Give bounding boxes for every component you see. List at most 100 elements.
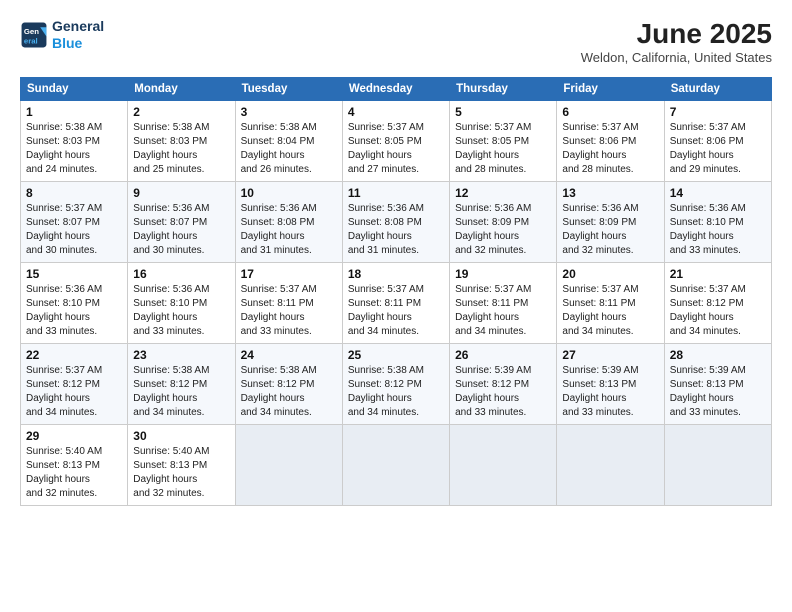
day-number: 23 — [133, 348, 229, 362]
calendar-cell: 22 Sunrise: 5:37 AM Sunset: 8:12 PM Dayl… — [21, 344, 128, 425]
day-info: Sunrise: 5:37 AM Sunset: 8:11 PM Dayligh… — [348, 283, 444, 339]
day-number: 16 — [133, 267, 229, 281]
day-number: 4 — [348, 105, 444, 119]
day-number: 13 — [562, 186, 658, 200]
day-number: 5 — [455, 105, 551, 119]
col-header-thursday: Thursday — [450, 78, 557, 101]
day-info: Sunrise: 5:36 AM Sunset: 8:08 PM Dayligh… — [348, 202, 444, 258]
day-info: Sunrise: 5:39 AM Sunset: 8:13 PM Dayligh… — [562, 364, 658, 420]
day-info: Sunrise: 5:36 AM Sunset: 8:07 PM Dayligh… — [133, 202, 229, 258]
day-info: Sunrise: 5:37 AM Sunset: 8:05 PM Dayligh… — [455, 121, 551, 177]
col-header-saturday: Saturday — [664, 78, 771, 101]
calendar-cell: 29 Sunrise: 5:40 AM Sunset: 8:13 PM Dayl… — [21, 425, 128, 506]
day-info: Sunrise: 5:39 AM Sunset: 8:13 PM Dayligh… — [670, 364, 766, 420]
calendar-cell — [450, 425, 557, 506]
calendar-cell — [342, 425, 449, 506]
calendar-cell: 23 Sunrise: 5:38 AM Sunset: 8:12 PM Dayl… — [128, 344, 235, 425]
calendar-cell — [557, 425, 664, 506]
day-number: 12 — [455, 186, 551, 200]
calendar-cell: 4 Sunrise: 5:37 AM Sunset: 8:05 PM Dayli… — [342, 101, 449, 182]
day-info: Sunrise: 5:39 AM Sunset: 8:12 PM Dayligh… — [455, 364, 551, 420]
calendar-cell: 30 Sunrise: 5:40 AM Sunset: 8:13 PM Dayl… — [128, 425, 235, 506]
day-info: Sunrise: 5:38 AM Sunset: 8:04 PM Dayligh… — [241, 121, 337, 177]
day-info: Sunrise: 5:38 AM Sunset: 8:03 PM Dayligh… — [26, 121, 122, 177]
day-number: 21 — [670, 267, 766, 281]
day-number: 6 — [562, 105, 658, 119]
day-number: 30 — [133, 429, 229, 443]
day-info: Sunrise: 5:36 AM Sunset: 8:10 PM Dayligh… — [133, 283, 229, 339]
day-info: Sunrise: 5:36 AM Sunset: 8:08 PM Dayligh… — [241, 202, 337, 258]
col-header-tuesday: Tuesday — [235, 78, 342, 101]
day-number: 1 — [26, 105, 122, 119]
day-number: 18 — [348, 267, 444, 281]
day-info: Sunrise: 5:40 AM Sunset: 8:13 PM Dayligh… — [26, 445, 122, 501]
calendar-cell: 10 Sunrise: 5:36 AM Sunset: 8:08 PM Dayl… — [235, 182, 342, 263]
calendar-cell: 27 Sunrise: 5:39 AM Sunset: 8:13 PM Dayl… — [557, 344, 664, 425]
day-number: 19 — [455, 267, 551, 281]
col-header-wednesday: Wednesday — [342, 78, 449, 101]
day-info: Sunrise: 5:37 AM Sunset: 8:11 PM Dayligh… — [241, 283, 337, 339]
day-number: 8 — [26, 186, 122, 200]
day-number: 17 — [241, 267, 337, 281]
day-info: Sunrise: 5:40 AM Sunset: 8:13 PM Dayligh… — [133, 445, 229, 501]
day-number: 27 — [562, 348, 658, 362]
day-number: 11 — [348, 186, 444, 200]
title-block: June 2025 Weldon, California, United Sta… — [581, 18, 772, 65]
logo: Gen eral General Blue — [20, 18, 104, 52]
day-number: 3 — [241, 105, 337, 119]
day-info: Sunrise: 5:37 AM Sunset: 8:12 PM Dayligh… — [670, 283, 766, 339]
calendar-cell: 9 Sunrise: 5:36 AM Sunset: 8:07 PM Dayli… — [128, 182, 235, 263]
day-info: Sunrise: 5:37 AM Sunset: 8:06 PM Dayligh… — [670, 121, 766, 177]
month-title: June 2025 — [581, 18, 772, 50]
day-info: Sunrise: 5:38 AM Sunset: 8:03 PM Dayligh… — [133, 121, 229, 177]
calendar-header-row: SundayMondayTuesdayWednesdayThursdayFrid… — [21, 78, 772, 101]
day-number: 14 — [670, 186, 766, 200]
header: Gen eral General Blue June 2025 Weldon, … — [20, 18, 772, 65]
day-number: 15 — [26, 267, 122, 281]
day-info: Sunrise: 5:38 AM Sunset: 8:12 PM Dayligh… — [133, 364, 229, 420]
day-info: Sunrise: 5:37 AM Sunset: 8:11 PM Dayligh… — [455, 283, 551, 339]
day-number: 9 — [133, 186, 229, 200]
calendar-cell: 17 Sunrise: 5:37 AM Sunset: 8:11 PM Dayl… — [235, 263, 342, 344]
day-number: 28 — [670, 348, 766, 362]
calendar-cell: 16 Sunrise: 5:36 AM Sunset: 8:10 PM Dayl… — [128, 263, 235, 344]
calendar-cell: 13 Sunrise: 5:36 AM Sunset: 8:09 PM Dayl… — [557, 182, 664, 263]
calendar-cell: 15 Sunrise: 5:36 AM Sunset: 8:10 PM Dayl… — [21, 263, 128, 344]
day-info: Sunrise: 5:37 AM Sunset: 8:07 PM Dayligh… — [26, 202, 122, 258]
day-info: Sunrise: 5:36 AM Sunset: 8:09 PM Dayligh… — [455, 202, 551, 258]
col-header-monday: Monday — [128, 78, 235, 101]
col-header-sunday: Sunday — [21, 78, 128, 101]
day-info: Sunrise: 5:36 AM Sunset: 8:09 PM Dayligh… — [562, 202, 658, 258]
calendar-cell: 5 Sunrise: 5:37 AM Sunset: 8:05 PM Dayli… — [450, 101, 557, 182]
calendar-cell: 24 Sunrise: 5:38 AM Sunset: 8:12 PM Dayl… — [235, 344, 342, 425]
calendar-cell: 8 Sunrise: 5:37 AM Sunset: 8:07 PM Dayli… — [21, 182, 128, 263]
page: Gen eral General Blue June 2025 Weldon, … — [0, 0, 792, 612]
day-number: 25 — [348, 348, 444, 362]
calendar-cell: 26 Sunrise: 5:39 AM Sunset: 8:12 PM Dayl… — [450, 344, 557, 425]
calendar-cell: 7 Sunrise: 5:37 AM Sunset: 8:06 PM Dayli… — [664, 101, 771, 182]
calendar-cell: 2 Sunrise: 5:38 AM Sunset: 8:03 PM Dayli… — [128, 101, 235, 182]
day-info: Sunrise: 5:38 AM Sunset: 8:12 PM Dayligh… — [348, 364, 444, 420]
day-info: Sunrise: 5:36 AM Sunset: 8:10 PM Dayligh… — [26, 283, 122, 339]
calendar-week-3: 15 Sunrise: 5:36 AM Sunset: 8:10 PM Dayl… — [21, 263, 772, 344]
day-info: Sunrise: 5:37 AM Sunset: 8:11 PM Dayligh… — [562, 283, 658, 339]
day-info: Sunrise: 5:37 AM Sunset: 8:06 PM Dayligh… — [562, 121, 658, 177]
calendar-week-5: 29 Sunrise: 5:40 AM Sunset: 8:13 PM Dayl… — [21, 425, 772, 506]
day-number: 24 — [241, 348, 337, 362]
day-info: Sunrise: 5:38 AM Sunset: 8:12 PM Dayligh… — [241, 364, 337, 420]
day-number: 22 — [26, 348, 122, 362]
calendar-cell: 6 Sunrise: 5:37 AM Sunset: 8:06 PM Dayli… — [557, 101, 664, 182]
calendar-cell: 21 Sunrise: 5:37 AM Sunset: 8:12 PM Dayl… — [664, 263, 771, 344]
calendar-week-2: 8 Sunrise: 5:37 AM Sunset: 8:07 PM Dayli… — [21, 182, 772, 263]
day-number: 26 — [455, 348, 551, 362]
day-number: 7 — [670, 105, 766, 119]
location: Weldon, California, United States — [581, 50, 772, 65]
calendar-cell — [235, 425, 342, 506]
calendar-cell: 19 Sunrise: 5:37 AM Sunset: 8:11 PM Dayl… — [450, 263, 557, 344]
calendar-cell: 12 Sunrise: 5:36 AM Sunset: 8:09 PM Dayl… — [450, 182, 557, 263]
col-header-friday: Friday — [557, 78, 664, 101]
day-info: Sunrise: 5:36 AM Sunset: 8:10 PM Dayligh… — [670, 202, 766, 258]
day-number: 2 — [133, 105, 229, 119]
svg-text:eral: eral — [24, 36, 38, 45]
calendar-week-1: 1 Sunrise: 5:38 AM Sunset: 8:03 PM Dayli… — [21, 101, 772, 182]
